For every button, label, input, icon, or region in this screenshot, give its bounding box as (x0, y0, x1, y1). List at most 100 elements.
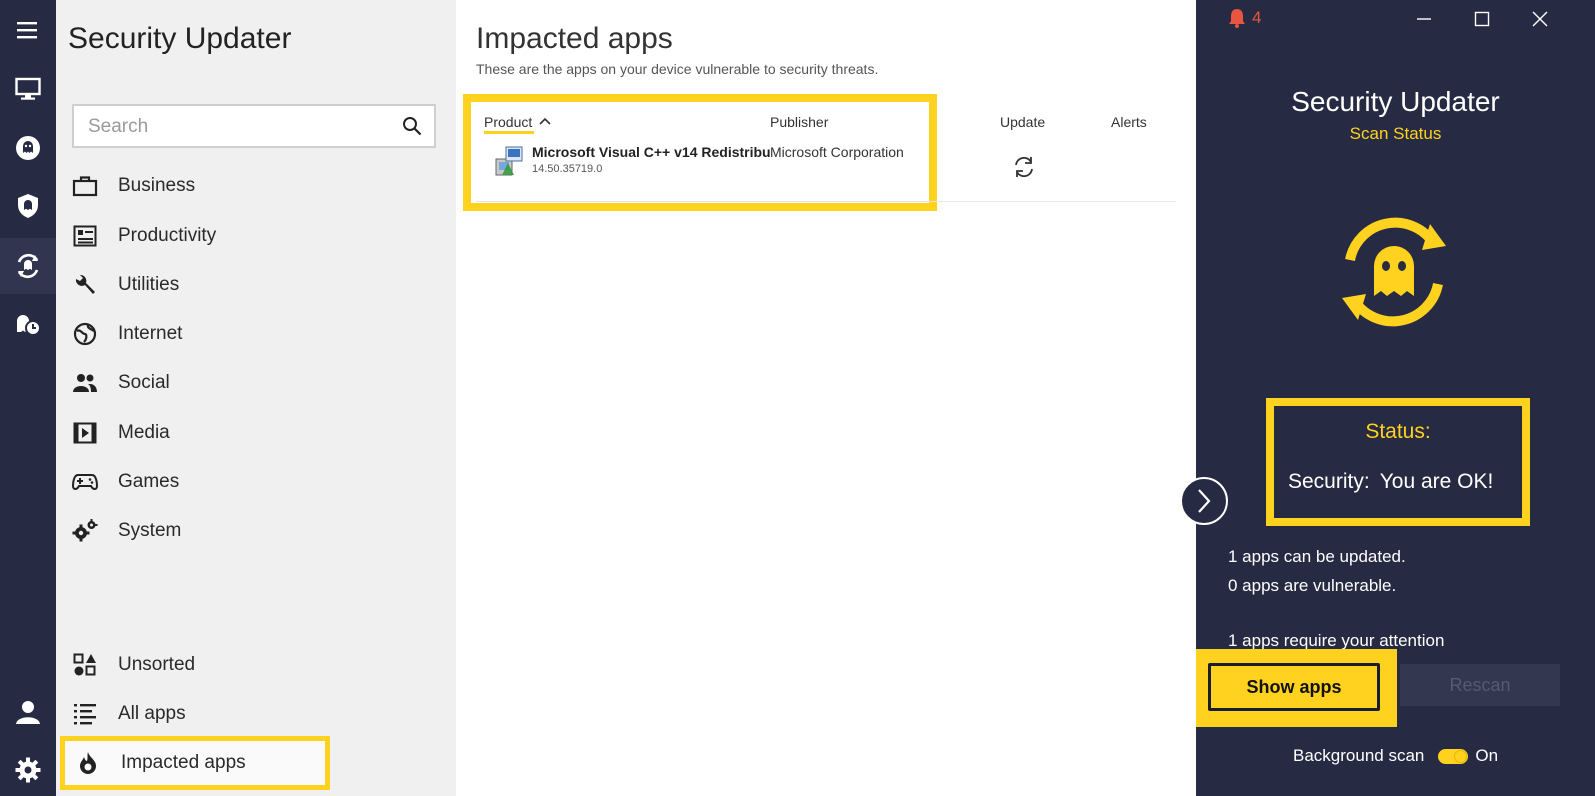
gears-icon (68, 514, 102, 548)
security-updater-logo-icon (1342, 217, 1446, 327)
category-sidebar: Security Updater Business Productivity U… (56, 0, 456, 796)
status-box: Status: Security: You are OK! (1266, 398, 1530, 526)
sidebar-item-games[interactable]: Games (68, 462, 448, 502)
gamepad-icon (68, 465, 102, 499)
attention-count: 1 apps require your attention (1228, 631, 1445, 650)
icon-rail (0, 0, 56, 796)
sidebar-item-label: Media (118, 422, 170, 443)
column-header-update[interactable]: Update (1000, 114, 1045, 130)
show-apps-button[interactable]: Show apps (1208, 663, 1380, 711)
collapse-panel-button[interactable] (1180, 477, 1228, 525)
vulnerable-count: 0 apps are vulnerable. (1228, 576, 1397, 595)
sidebar-item-system[interactable]: System (68, 511, 448, 551)
main-content: Impacted apps These are the apps on your… (456, 0, 1196, 796)
notifications-button[interactable]: 4 (1228, 8, 1261, 28)
sidebar-item-label: All apps (118, 703, 186, 724)
highlight-frame: Show apps (1196, 649, 1397, 727)
background-scan-state: On (1475, 746, 1499, 765)
row-divider (476, 201, 1176, 202)
sidebar-item-label: Business (118, 175, 196, 196)
settings-icon (15, 757, 41, 783)
bell-icon (1229, 9, 1245, 28)
sidebar-item-label: Impacted apps (121, 752, 246, 773)
sidebar-item-label: Unsorted (118, 654, 196, 675)
globe-icon (68, 317, 102, 351)
scan-status-panel: 4 Security Updater Scan Status Status: S… (1196, 0, 1595, 796)
chevron-up-icon[interactable] (539, 117, 551, 125)
sidebar-item-social[interactable]: Social (68, 363, 448, 403)
security-key: Security: (1288, 470, 1370, 493)
refresh-icon[interactable] (1012, 155, 1036, 179)
flame-icon (71, 746, 105, 780)
security-updater-icon (17, 253, 39, 279)
sidebar-item-label: System (118, 520, 182, 541)
app-title: Security Updater (68, 22, 292, 55)
ghost-icon (16, 136, 40, 160)
maximize-icon (1474, 11, 1490, 27)
shield-icon (18, 194, 38, 218)
productivity-icon (68, 219, 102, 253)
rail-shield-button[interactable] (0, 178, 56, 234)
sidebar-item-label: Social (118, 372, 170, 393)
sidebar-item-label: Utilities (118, 274, 180, 295)
media-icon (68, 416, 102, 450)
panel-title: Security Updater (1291, 86, 1500, 117)
sort-indicator-underline (484, 131, 534, 134)
column-header-product[interactable]: Product (484, 114, 532, 130)
background-scan-setting: Background scan On (1293, 746, 1498, 766)
sidebar-item-label: Internet (118, 323, 183, 344)
panel-subtitle: Scan Status (1349, 124, 1442, 143)
product-publisher: Microsoft Corporation (770, 144, 904, 160)
sidebar-item-label: Productivity (118, 225, 217, 246)
security-value: You are OK! (1379, 470, 1494, 493)
background-scan-label: Background scan (1293, 746, 1425, 765)
sidebar-item-productivity[interactable]: Productivity (68, 216, 448, 256)
people-icon (68, 366, 102, 400)
list-icon (68, 697, 102, 731)
sidebar-item-internet[interactable]: Internet (68, 314, 448, 354)
monitor-icon (15, 77, 41, 100)
background-scan-toggle[interactable] (1438, 748, 1469, 764)
rescan-button[interactable]: Rescan (1400, 664, 1560, 706)
sidebar-item-utilities[interactable]: Utilities (68, 265, 448, 305)
close-icon (1532, 11, 1548, 27)
column-header-publisher[interactable]: Publisher (770, 114, 828, 130)
sidebar-item-unsorted[interactable]: Unsorted (68, 645, 448, 685)
page-title: Impacted apps (476, 22, 673, 55)
wrench-icon (68, 268, 102, 302)
product-name: Microsoft Visual C++ v14 Redistributable (532, 144, 770, 160)
privacy-icon (17, 315, 41, 336)
account-icon (16, 701, 40, 724)
rail-device-button[interactable] (0, 61, 56, 117)
rail-account-button[interactable] (0, 684, 56, 740)
rail-settings-button[interactable] (0, 742, 56, 796)
sidebar-item-label: Games (118, 471, 180, 492)
rail-privacy-button[interactable] (0, 297, 56, 353)
menu-button[interactable] (0, 2, 56, 58)
menu-icon (17, 22, 37, 39)
rail-ghost-button[interactable] (0, 120, 56, 176)
installer-icon (495, 146, 523, 176)
updatable-count: 1 apps can be updated. (1228, 547, 1406, 566)
chevron-right-icon (1198, 489, 1211, 513)
rail-security-updater-button[interactable] (0, 238, 56, 294)
sidebar-item-impacted-apps[interactable]: Impacted apps (60, 736, 330, 790)
maximize-button[interactable] (1468, 6, 1496, 32)
notification-count: 4 (1252, 8, 1262, 27)
close-button[interactable] (1526, 6, 1554, 32)
minimize-icon (1417, 18, 1431, 20)
search-box (72, 104, 436, 148)
sidebar-item-media[interactable]: Media (68, 413, 448, 453)
briefcase-icon (68, 169, 102, 203)
status-label: Status: (1365, 420, 1431, 443)
search-input[interactable] (88, 115, 378, 139)
sidebar-item-business[interactable]: Business (68, 166, 448, 206)
column-header-alerts[interactable]: Alerts (1111, 114, 1147, 130)
product-version: 14.50.35719.0 (532, 163, 603, 175)
shapes-icon (68, 648, 102, 682)
minimize-button[interactable] (1410, 6, 1438, 32)
search-icon[interactable] (402, 116, 422, 136)
page-subtitle: These are the apps on your device vulner… (476, 61, 879, 77)
sidebar-item-all-apps[interactable]: All apps (68, 694, 448, 734)
security-status: Security: You are OK! (1288, 470, 1503, 494)
